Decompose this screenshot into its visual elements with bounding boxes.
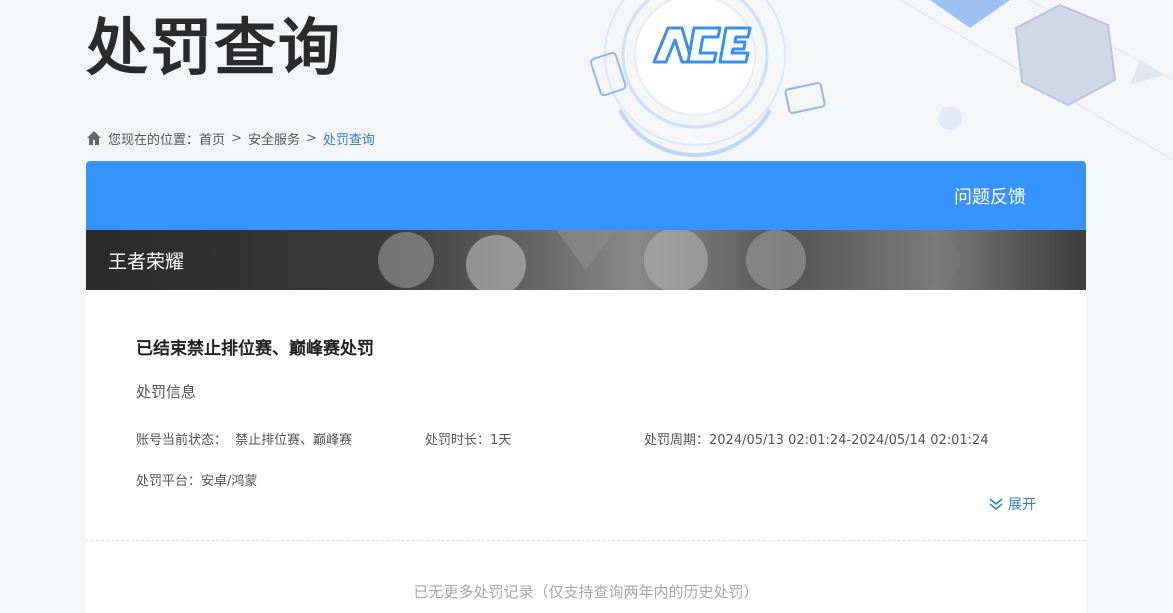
breadcrumb-separator: >: [231, 130, 242, 146]
status-label: 账号当前状态：: [136, 433, 228, 448]
home-icon: [87, 131, 101, 145]
expand-label: 展开: [1008, 497, 1036, 513]
platform-label: 处罚平台：: [136, 474, 202, 489]
duration-info: 处罚时长：1天: [425, 429, 511, 448]
feedback-button[interactable]: 问题反馈: [954, 183, 1026, 209]
punishment-panel: 问题反馈 王者荣耀 已结束禁止排位赛、巅峰赛处罚 处罚信息 账号当前状态： 禁止…: [86, 161, 1086, 613]
banner-artwork: [378, 230, 960, 290]
period-label: 处罚周期：: [644, 433, 710, 448]
breadcrumb: 您现在的位置： 首页 > 安全服务 > 处罚查询: [86, 128, 375, 148]
breadcrumb-prefix: 您现在的位置：: [108, 132, 200, 148]
platform-value: 安卓/鸿蒙: [201, 474, 258, 489]
breadcrumb-separator: >: [305, 130, 317, 146]
breadcrumb-security-link[interactable]: 安全服务: [248, 129, 300, 148]
breadcrumb-current: 处罚查询: [322, 132, 375, 148]
duration-label: 处罚时长：: [425, 433, 491, 448]
status-value: 禁止排位赛、巅峰赛: [235, 433, 353, 448]
divider: [86, 540, 1086, 541]
game-banner: 王者荣耀: [86, 230, 1086, 290]
period-value: 2024/05/13 02:01:24-2024/05/14 02:01:24: [709, 433, 989, 448]
period-info: 处罚周期：2024/05/13 02:01:24-2024/05/14 02:0…: [644, 429, 989, 448]
status-info: 账号当前状态： 禁止排位赛、巅峰赛: [136, 429, 352, 448]
section-label: 处罚信息: [136, 383, 197, 401]
double-chevron-down-icon: [989, 498, 1003, 511]
platform-info: 处罚平台：安卓/鸿蒙: [136, 470, 257, 489]
game-name: 王者荣耀: [108, 251, 185, 273]
punishment-record: 已结束禁止排位赛、巅峰赛处罚 处罚信息 账号当前状态： 禁止排位赛、巅峰赛 处罚…: [86, 290, 1086, 540]
panel-header-bar: 问题反馈: [86, 161, 1086, 230]
breadcrumb-home-link[interactable]: 首页: [199, 129, 225, 148]
record-title: 已结束禁止排位赛、巅峰赛处罚: [136, 339, 374, 359]
page-title: 处罚查询: [86, 11, 343, 84]
no-more-records-text: 已无更多处罚记录（仅支持查询两年内的历史处罚）: [413, 583, 759, 601]
expand-button[interactable]: 展开: [988, 494, 1036, 514]
duration-value: 1天: [490, 433, 512, 448]
ace-logo: [650, 22, 754, 70]
